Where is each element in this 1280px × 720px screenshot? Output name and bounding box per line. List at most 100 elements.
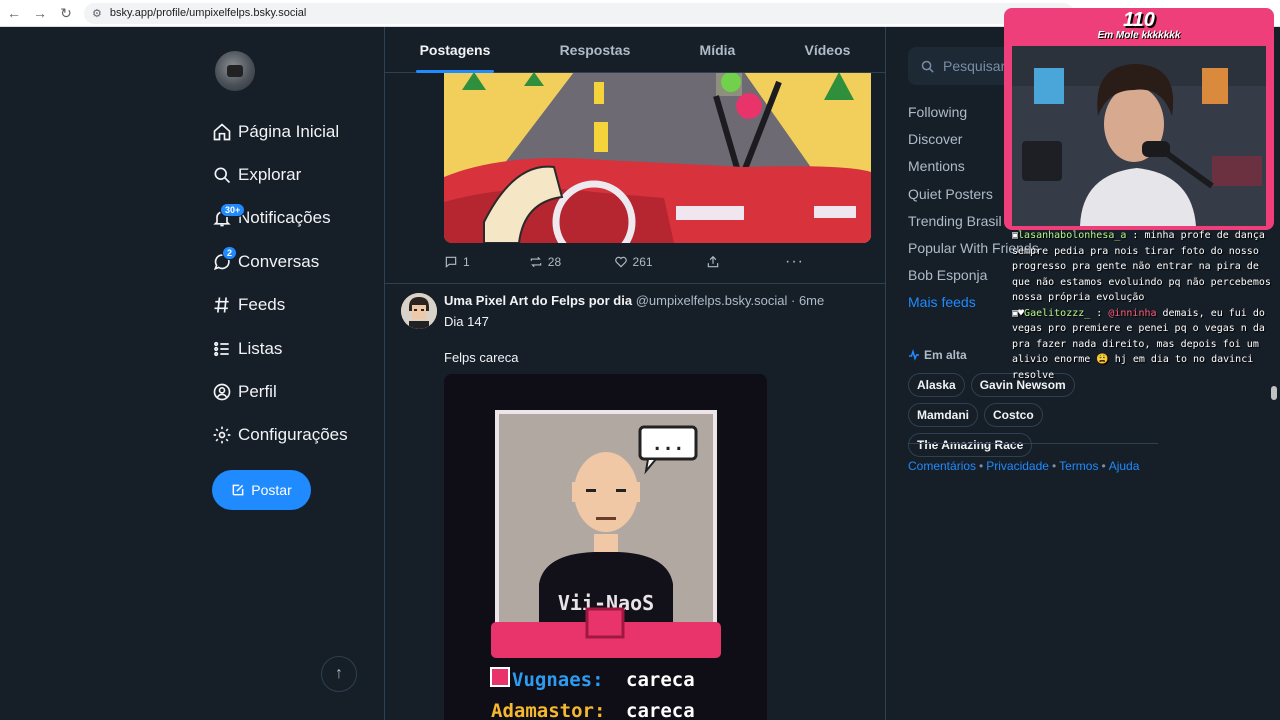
reload-icon[interactable]: ↻ (54, 1, 78, 25)
new-post-label: Postar (251, 482, 292, 498)
footer-link[interactable]: Termos (1059, 459, 1098, 473)
back-icon[interactable]: ← (2, 1, 26, 25)
avatar[interactable] (215, 51, 255, 91)
image-line1-value: careca (626, 669, 695, 691)
trending-topics: Alaska Gavin Newsom Mamdani Costco The A… (908, 373, 1148, 457)
new-post-button[interactable]: Postar (212, 470, 311, 510)
nav-item-notifications[interactable]: 30+ Notificações (212, 197, 348, 240)
post-divider (385, 283, 885, 284)
search-icon (921, 60, 934, 73)
nav-item-home[interactable]: Página Inicial (212, 110, 348, 153)
chat-separator: : (1090, 307, 1109, 319)
nav-label: Listas (238, 338, 283, 358)
chat-username: Gaelitozzz_ (1024, 307, 1091, 319)
list-icon (214, 341, 229, 356)
tab-videos[interactable]: Vídeos (801, 27, 855, 73)
nav-label: Conversas (238, 251, 320, 271)
nav-item-chat[interactable]: 2 Conversas (212, 240, 348, 283)
speech-bubble-text: ... (652, 434, 685, 455)
repost-button[interactable]: 28 (529, 255, 614, 269)
chat-badge-icon: ▣♥ (1012, 307, 1025, 319)
heart-icon (614, 256, 627, 268)
post-image[interactable] (444, 72, 871, 243)
chat-message: ▣♥Gaelitozzz_ : @inninha demais, eu fui … (1012, 306, 1272, 384)
profile-tabs: Postagens Respostas Mídia Vídeos (385, 27, 885, 73)
chat-badge: 2 (222, 246, 238, 261)
post-actions: 1 28 261 ··· (444, 253, 804, 271)
webcam-feed (1012, 46, 1266, 226)
nav-label: Explorar (238, 165, 302, 185)
notifications-badge: 30+ (220, 202, 246, 217)
tab-posts[interactable]: Postagens (415, 27, 495, 73)
tab-replies[interactable]: Respostas (556, 27, 635, 73)
search-icon (214, 167, 231, 184)
webcam-image (1012, 46, 1266, 226)
trending-title: Em alta (924, 348, 967, 362)
trending-heading: Em alta (908, 348, 967, 362)
more-options-button[interactable]: ··· (785, 253, 804, 271)
chat-separator: : (1126, 230, 1145, 241)
address-bar[interactable]: ⚙ bsky.app/profile/umpixelfelps.bsky.soc… (84, 2, 1074, 24)
url-text: bsky.app/profile/umpixelfelps.bsky.socia… (109, 7, 307, 19)
post-image[interactable]: ... Vii-NaoS Vugnaes: careca Adamastor: … (444, 374, 767, 720)
footer-link[interactable]: Ajuda (1109, 459, 1140, 473)
pixel-art-portrait: ... Vii-NaoS Vugnaes: careca Adamastor: … (444, 374, 767, 720)
nav-item-settings[interactable]: Configurações (212, 414, 348, 457)
footer-link[interactable]: Comentários (908, 459, 976, 473)
post-text: Felps careca (444, 350, 519, 365)
post-header: Uma Pixel Art do Felps por dia @umpixelf… (444, 293, 824, 308)
reply-count: 1 (463, 255, 470, 269)
nav-label: Configurações (238, 425, 348, 445)
stream-chat: ▣lasanhabolonhesa_a : minha profe de dan… (1012, 228, 1272, 383)
author-avatar[interactable] (401, 293, 437, 329)
footer-link[interactable]: Privacidade (986, 459, 1049, 473)
stream-counter: 110 (1123, 9, 1155, 31)
post-text: Dia 147 (444, 314, 489, 329)
footer-links: Comentários • Privacidade • Termos • Ajuda (908, 459, 1140, 473)
arrow-up-icon: ↑ (335, 665, 343, 682)
post-time: · 6me (791, 293, 825, 308)
scroll-to-top-button[interactable]: ↑ (321, 656, 357, 692)
comment-icon (445, 256, 457, 268)
nav-item-feeds[interactable]: Feeds (212, 284, 348, 327)
repost-icon (530, 256, 542, 268)
nav-label: Página Inicial (238, 121, 340, 141)
compose-icon (232, 484, 244, 496)
profile-feed: Postagens Respostas Mídia Vídeos 1 28 26… (384, 27, 886, 720)
chat-message: ▣lasanhabolonhesa_a : minha profe de dan… (1012, 228, 1272, 306)
site-settings-icon[interactable]: ⚙ (92, 7, 102, 20)
nav-label: Notificações (238, 208, 331, 228)
share-icon (707, 255, 719, 268)
nav-item-profile[interactable]: Perfil (212, 370, 348, 413)
stream-label: Em Mole kkkkkkk (1097, 30, 1181, 41)
page-scrollbar[interactable] (1271, 386, 1277, 400)
nav-item-lists[interactable]: Listas (212, 327, 348, 370)
chat-mention: @inninha (1108, 307, 1157, 319)
user-icon (213, 383, 231, 401)
nav-item-explore[interactable]: Explorar (212, 153, 348, 196)
gear-icon (213, 427, 231, 444)
image-line2-name: Adamastor: (491, 700, 605, 720)
nav-label: Perfil (238, 382, 277, 402)
chat-username: lasanhabolonhesa_a (1018, 230, 1127, 241)
main-nav: Página Inicial Explorar 30+ Notificações… (212, 110, 348, 457)
trending-chip[interactable]: Costco (984, 403, 1043, 427)
home-icon (213, 123, 231, 141)
trending-chip[interactable]: Alaska (908, 373, 965, 397)
like-button[interactable]: 261 (614, 255, 707, 269)
pixel-avatar (401, 293, 437, 329)
like-count: 261 (632, 255, 653, 269)
repost-count: 28 (547, 255, 562, 269)
author-handle[interactable]: @umpixelfelps.bsky.social (636, 293, 788, 308)
trending-chip[interactable]: Mamdani (908, 403, 979, 427)
author-name[interactable]: Uma Pixel Art do Felps por dia (444, 293, 632, 308)
forward-icon[interactable]: → (28, 1, 52, 25)
ellipsis-icon: ··· (785, 253, 804, 270)
trending-chip[interactable]: The Amazing Race (908, 433, 1033, 457)
reply-button[interactable]: 1 (444, 255, 529, 269)
trending-icon (909, 349, 919, 361)
tab-media[interactable]: Mídia (696, 27, 740, 73)
share-button[interactable] (706, 255, 785, 269)
stream-webcam-overlay: 110 Em Mole kkkkkkk (1004, 8, 1274, 230)
divider (908, 443, 1158, 444)
